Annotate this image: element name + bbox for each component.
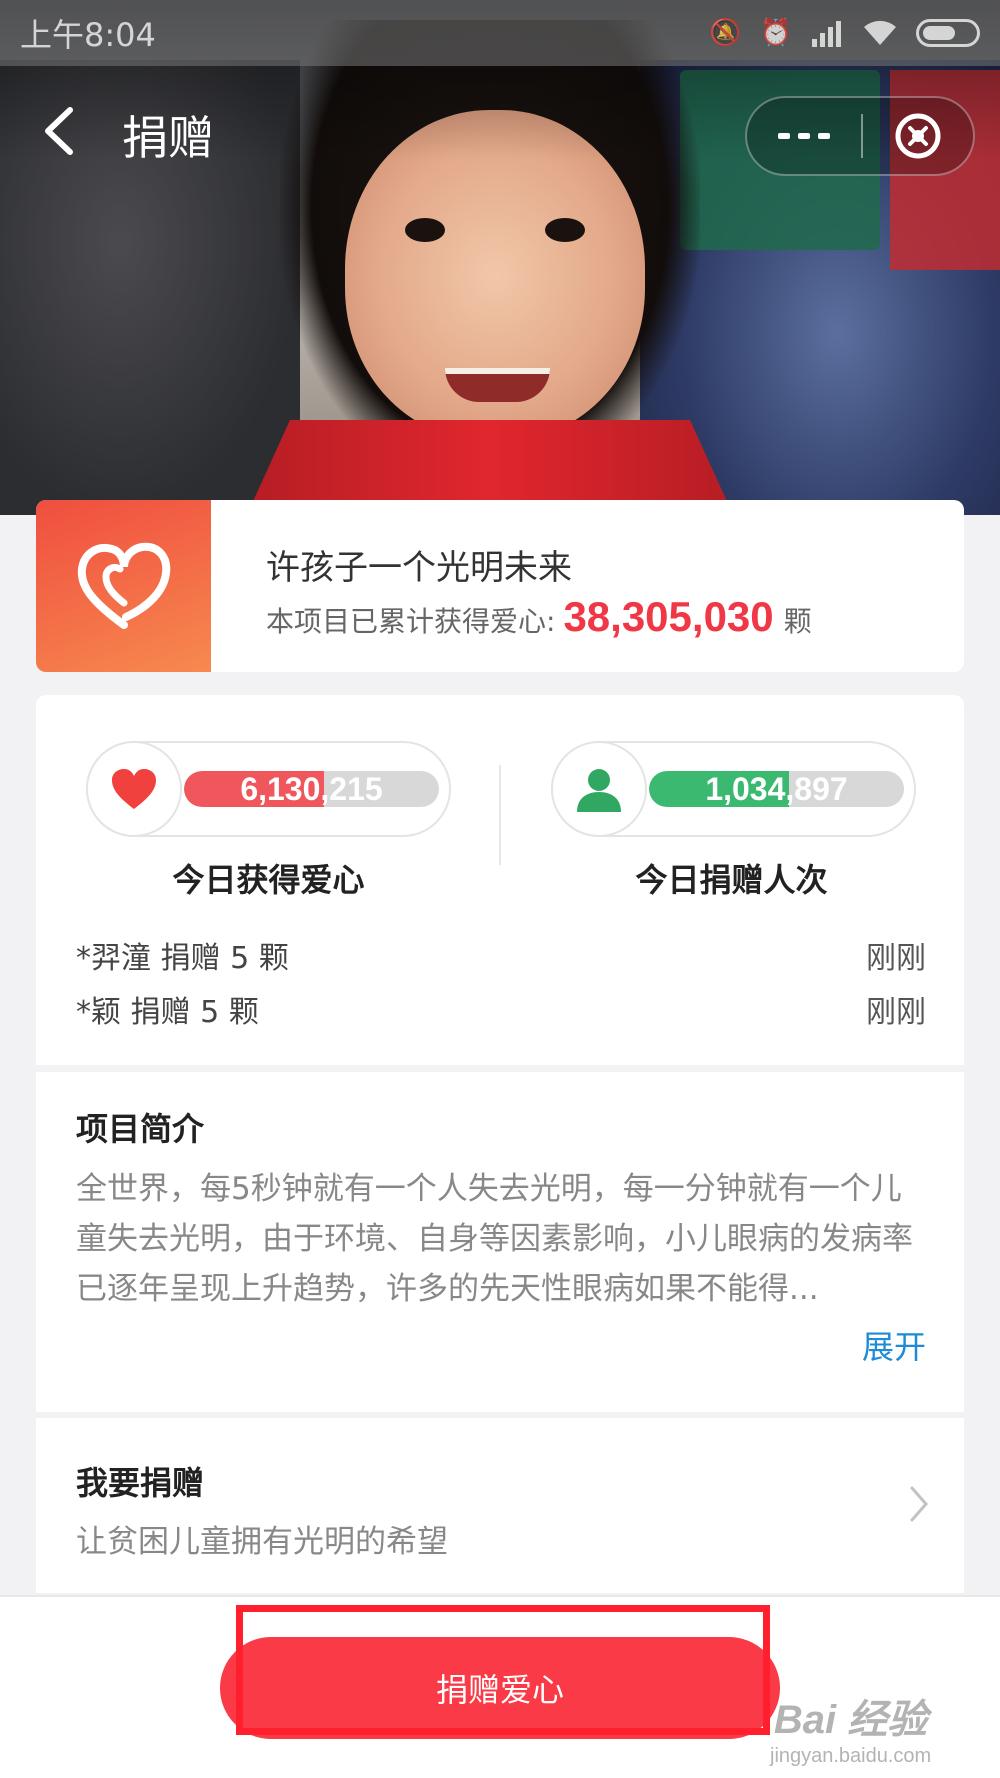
- status-time: 上午8:04: [20, 16, 156, 54]
- child-eye-right: [545, 218, 585, 242]
- today-hearts-label: 今日获得爱心: [172, 861, 365, 899]
- intro-title: 项目简介: [76, 1110, 205, 1148]
- status-icons: 🔕 ⏰: [709, 18, 980, 48]
- recent-donation-row: *颖 捐赠 5 颗 刚刚: [76, 987, 926, 1031]
- watermark-url: jingyan.baidu.com: [770, 1745, 932, 1767]
- heart-icon: [86, 741, 182, 837]
- project-intro-card: 项目简介 全世界，每5秒钟就有一个人失去光明，每一分钟就有一个儿童失去光明，由于…: [36, 1072, 964, 1412]
- today-donors-value: 1,034,897: [705, 771, 848, 807]
- more-dots-icon[interactable]: [747, 98, 861, 174]
- project-summary-card: 许孩子一个光明未来 本项目已累计获得爱心: 38,305,030 颗: [36, 500, 964, 672]
- person-icon: [551, 741, 647, 837]
- chevron-left-icon[interactable]: [40, 106, 80, 156]
- annotation-highlight-box: [236, 1605, 770, 1735]
- nav-bar: 捐赠: [0, 66, 1000, 196]
- donation-time: 刚刚: [866, 941, 926, 976]
- today-donors-label: 今日捐赠人次: [635, 861, 828, 899]
- hd-signal-icon: [812, 21, 841, 47]
- donate-entry-card[interactable]: 我要捐赠 让贫困儿童拥有光明的希望: [36, 1418, 964, 1593]
- today-hearts-bar: 6,130,215: [184, 771, 439, 807]
- today-stats-card: 6,130,215 1,034,897 今日获得爱心 今日捐赠人次 *羿潼 捐赠…: [36, 695, 964, 1065]
- alarm-icon: ⏰: [759, 18, 792, 48]
- donate-section-subtitle: 让贫困儿童拥有光明的希望: [76, 1524, 448, 1560]
- chevron-right-icon: [910, 1486, 928, 1522]
- stats-divider: [499, 765, 501, 865]
- donation-text: *颖 捐赠 5 颗: [76, 995, 259, 1030]
- hearts-label: 本项目已累计获得爱心:: [266, 605, 556, 638]
- expand-link[interactable]: 展开: [862, 1322, 926, 1368]
- today-hearts-pill: 6,130,215: [86, 741, 451, 837]
- child-eye-left: [405, 218, 445, 242]
- mute-icon: 🔕: [709, 18, 742, 48]
- page-title: 捐赠: [122, 111, 214, 165]
- mini-program-capsule: [745, 96, 975, 176]
- donate-section-title: 我要捐赠: [76, 1464, 205, 1502]
- hearts-total: 38,305,030: [563, 593, 774, 640]
- wifi-icon: [864, 20, 896, 45]
- heart-logo-icon: [36, 500, 211, 672]
- intro-text: 全世界，每5秒钟就有一个人失去光明，每一分钟就有一个儿童失去光明，由于环境、自身…: [76, 1171, 913, 1307]
- today-hearts-value: 6,130,215: [240, 771, 383, 807]
- hearts-unit: 颗: [783, 605, 812, 638]
- watermark-logo-text: Bai 经验: [773, 1698, 928, 1742]
- project-hearts-summary: 本项目已累计获得爱心: 38,305,030 颗: [266, 593, 812, 641]
- donation-text: *羿潼 捐赠 5 颗: [76, 941, 289, 976]
- donation-time: 刚刚: [866, 995, 926, 1030]
- close-circle-icon[interactable]: [863, 98, 973, 174]
- status-bar: 上午8:04 🔕 ⏰: [0, 0, 1000, 66]
- recent-donation-row: *羿潼 捐赠 5 颗 刚刚: [76, 933, 926, 977]
- project-title: 许孩子一个光明未来: [266, 548, 572, 588]
- bottom-action-bar: 捐赠爱心 Bai 经验 jingyan.baidu.com: [0, 1595, 1000, 1778]
- battery-icon: [916, 19, 980, 47]
- today-donors-pill: 1,034,897: [551, 741, 916, 837]
- baidu-jingyan-watermark: Bai 经验 jingyan.baidu.com: [770, 1687, 931, 1768]
- today-donors-bar: 1,034,897: [649, 771, 904, 807]
